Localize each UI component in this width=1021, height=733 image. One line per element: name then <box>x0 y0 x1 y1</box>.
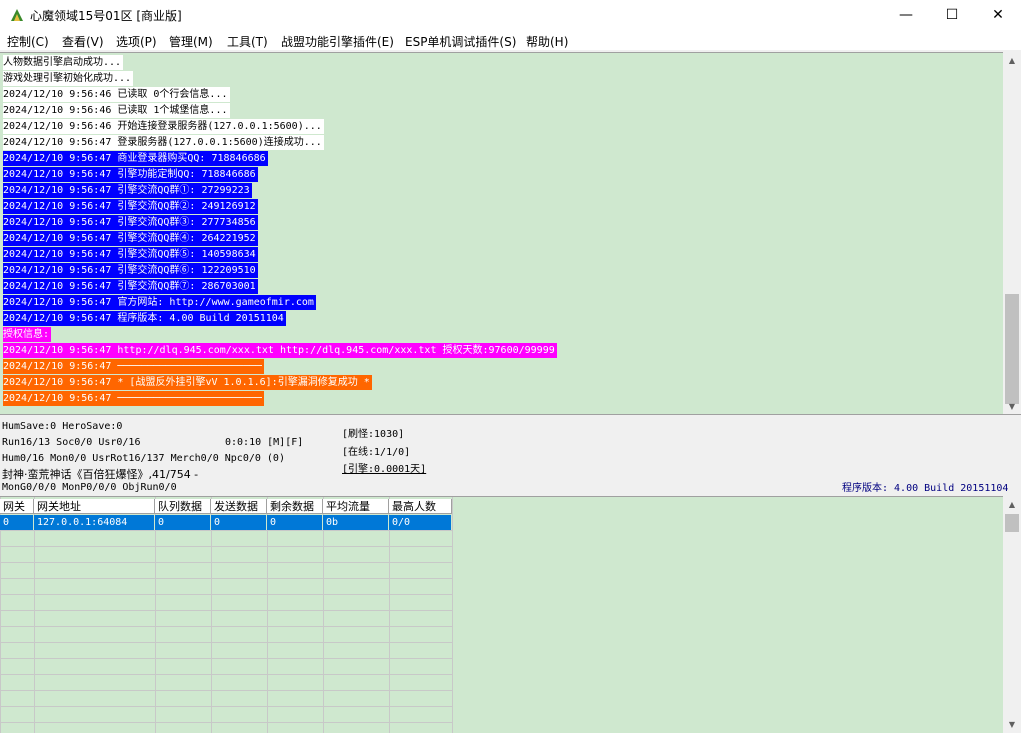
grid-col-line <box>323 497 324 733</box>
status-server-name: 封神·蛮荒神话《百倍狂爆怪》,41/754 - <box>2 468 199 481</box>
status-run: Run16/13 Soc0/0 Usr0/16 <box>2 437 141 448</box>
header-gateway-address[interactable]: 网关地址 <box>34 499 155 514</box>
grid-col-line <box>34 497 35 733</box>
close-button[interactable]: ✕ <box>975 0 1021 30</box>
log-line: 2024/12/10 9:56:47 ─────────────────────… <box>3 391 264 406</box>
log-line: 2024/12/10 9:56:47 引擎交流QQ群②: 249126912 <box>3 199 258 214</box>
log-line: 2024/12/10 9:56:47 引擎交流QQ群⑥: 122209510 <box>3 263 258 278</box>
program-version: 程序版本: 4.00 Build 20151104 <box>842 483 1009 494</box>
menu-options[interactable]: 选项(P) <box>116 33 157 50</box>
grid-col-line <box>0 497 1 733</box>
cell-remain-data[interactable]: 0 <box>267 515 323 530</box>
log-line: 授权信息: <box>3 327 52 342</box>
log-line: 2024/12/10 9:56:46 已读取 1个城堡信息... <box>3 103 230 118</box>
cell-max-users[interactable]: 0/0 <box>389 515 452 530</box>
grid-row-line <box>0 722 452 723</box>
grid-row-line <box>0 546 452 547</box>
grid-row-line <box>0 594 452 595</box>
grid-row-line <box>0 642 452 643</box>
log-line: 2024/12/10 9:56:47 引擎功能定制QQ: 718846686 <box>3 167 258 182</box>
menu-esp-plugin[interactable]: ESP单机调试插件(S) <box>405 33 516 50</box>
status-mon: MonG0/0/0 MonP0/0/0 ObjRun0/0 <box>2 482 177 493</box>
grid-scroll-down-icon[interactable]: ▼ <box>1003 716 1021 732</box>
cell-gateway[interactable]: 0 <box>0 515 34 530</box>
log-line: 2024/12/10 9:56:47 引擎交流QQ群⑦: 286703001 <box>3 279 258 294</box>
grid-row-line <box>0 562 452 563</box>
header-avg-traffic[interactable]: 平均流量 <box>323 499 389 514</box>
header-queue-data[interactable]: 队列数据 <box>155 499 211 514</box>
grid-col-line <box>267 497 268 733</box>
scroll-thumb[interactable] <box>1005 294 1019 404</box>
minimize-button[interactable]: — <box>883 0 929 30</box>
header-send-data[interactable]: 发送数据 <box>211 499 267 514</box>
engine-days: [引擎:0.0001天] <box>342 464 427 475</box>
header-remain-data[interactable]: 剩余数据 <box>267 499 323 514</box>
scroll-down-icon[interactable]: ▼ <box>1003 398 1021 414</box>
status-panel: HumSave:0 HeroSave:0 Run16/13 Soc0/0 Usr… <box>0 414 1021 497</box>
log-line: 2024/12/10 9:56:47 官方网站: http://www.game… <box>3 295 316 310</box>
grid-scroll-up-icon[interactable]: ▲ <box>1003 496 1021 512</box>
cell-avg-traffic[interactable]: 0b <box>323 515 389 530</box>
grid-row-line <box>0 578 452 579</box>
grid-row-line <box>0 610 452 611</box>
grid-row-line <box>0 530 452 531</box>
menu-bar: 控制(C) 查看(V) 选项(P) 管理(M) 工具(T) 战盟功能引擎插件(E… <box>0 30 1021 50</box>
cell-queue-data[interactable]: 0 <box>155 515 211 530</box>
log-line: 2024/12/10 9:56:47 http://dlq.945.com/xx… <box>3 343 557 358</box>
status-uptime: 0:0:10 [M][F] <box>225 437 304 448</box>
refresh-monster-count: [刷怪:1030] <box>342 429 405 440</box>
log-line: 2024/12/10 9:56:47 引擎交流QQ群④: 264221952 <box>3 231 258 246</box>
grid-row-line <box>0 658 452 659</box>
maximize-button[interactable]: ☐ <box>929 0 975 30</box>
menu-view[interactable]: 查看(V) <box>62 33 104 50</box>
menu-help[interactable]: 帮助(H) <box>526 33 568 50</box>
menu-engine-plugin[interactable]: 战盟功能引擎插件(E) <box>281 33 394 50</box>
status-hum: Hum0/16 Mon0/0 UsrRot16/137 Merch0/0 Npc… <box>2 453 285 464</box>
log-line: 2024/12/10 9:56:47 ─────────────────────… <box>3 359 264 374</box>
log-line: 2024/12/10 9:56:47 引擎交流QQ群①: 27299223 <box>3 183 252 198</box>
grid-scroll-thumb[interactable] <box>1005 514 1019 532</box>
log-line: 2024/12/10 9:56:46 已读取 0个行会信息... <box>3 87 230 102</box>
cell-send-data[interactable]: 0 <box>211 515 267 530</box>
grid-scrollbar[interactable]: ▲ ▼ <box>1003 496 1021 732</box>
log-line: 2024/12/10 9:56:47 * [战盟反外挂引擎vV 1.0.1.6]… <box>3 375 372 390</box>
grid-col-line <box>452 497 453 733</box>
menu-manage[interactable]: 管理(M) <box>169 33 213 50</box>
grid-row-line <box>0 674 452 675</box>
gateway-grid[interactable]: 网关 网关地址 队列数据 发送数据 剩余数据 平均流量 最高人数 0 127.0.0.1:640… <box>0 496 1003 733</box>
log-line: 游戏处理引擎初始化成功... <box>3 71 134 86</box>
log-line: 2024/12/10 9:56:47 程序版本: 4.00 Build 2015… <box>3 311 286 326</box>
status-save: HumSave:0 HeroSave:0 <box>2 421 123 432</box>
log-line: 2024/12/10 9:56:47 引擎交流QQ群⑤: 140598634 <box>3 247 258 262</box>
log-line: 2024/12/10 9:56:46 开始连接登录服务器(127.0.0.1:5… <box>3 119 324 134</box>
menu-tools[interactable]: 工具(T) <box>227 33 268 50</box>
app-icon <box>11 9 23 21</box>
grid-row-line <box>0 690 452 691</box>
log-line: 2024/12/10 9:56:47 登录服务器(127.0.0.1:5600)… <box>3 135 324 150</box>
scroll-up-icon[interactable]: ▲ <box>1003 52 1021 68</box>
grid-col-line <box>211 497 212 733</box>
title-bar: 心魔领域15号01区 [商业版] — ☐ ✕ <box>0 0 1021 30</box>
grid-row-line <box>0 626 452 627</box>
log-line: 2024/12/10 9:56:47 商业登录器购买QQ: 718846686 <box>3 151 268 166</box>
cell-gateway-address[interactable]: 127.0.0.1:64084 <box>34 515 155 530</box>
grid-row-line <box>0 706 452 707</box>
online-count: [在线:1/1/0] <box>342 447 411 458</box>
log-line: 2024/12/10 9:56:47 引擎交流QQ群③: 277734856 <box>3 215 258 230</box>
menu-control[interactable]: 控制(C) <box>7 33 49 50</box>
log-scrollbar[interactable]: ▲ ▼ <box>1003 52 1021 414</box>
header-gateway[interactable]: 网关 <box>0 499 34 514</box>
log-panel[interactable]: 人物数据引擎启动成功... 游戏处理引擎初始化成功... 2024/12/10 9:… <box>0 52 1003 415</box>
log-line: 人物数据引擎启动成功... <box>3 55 124 70</box>
grid-col-line <box>389 497 390 733</box>
grid-col-line <box>155 497 156 733</box>
header-max-users[interactable]: 最高人数 <box>389 499 452 514</box>
window-title: 心魔领域15号01区 [商业版] <box>30 9 182 23</box>
